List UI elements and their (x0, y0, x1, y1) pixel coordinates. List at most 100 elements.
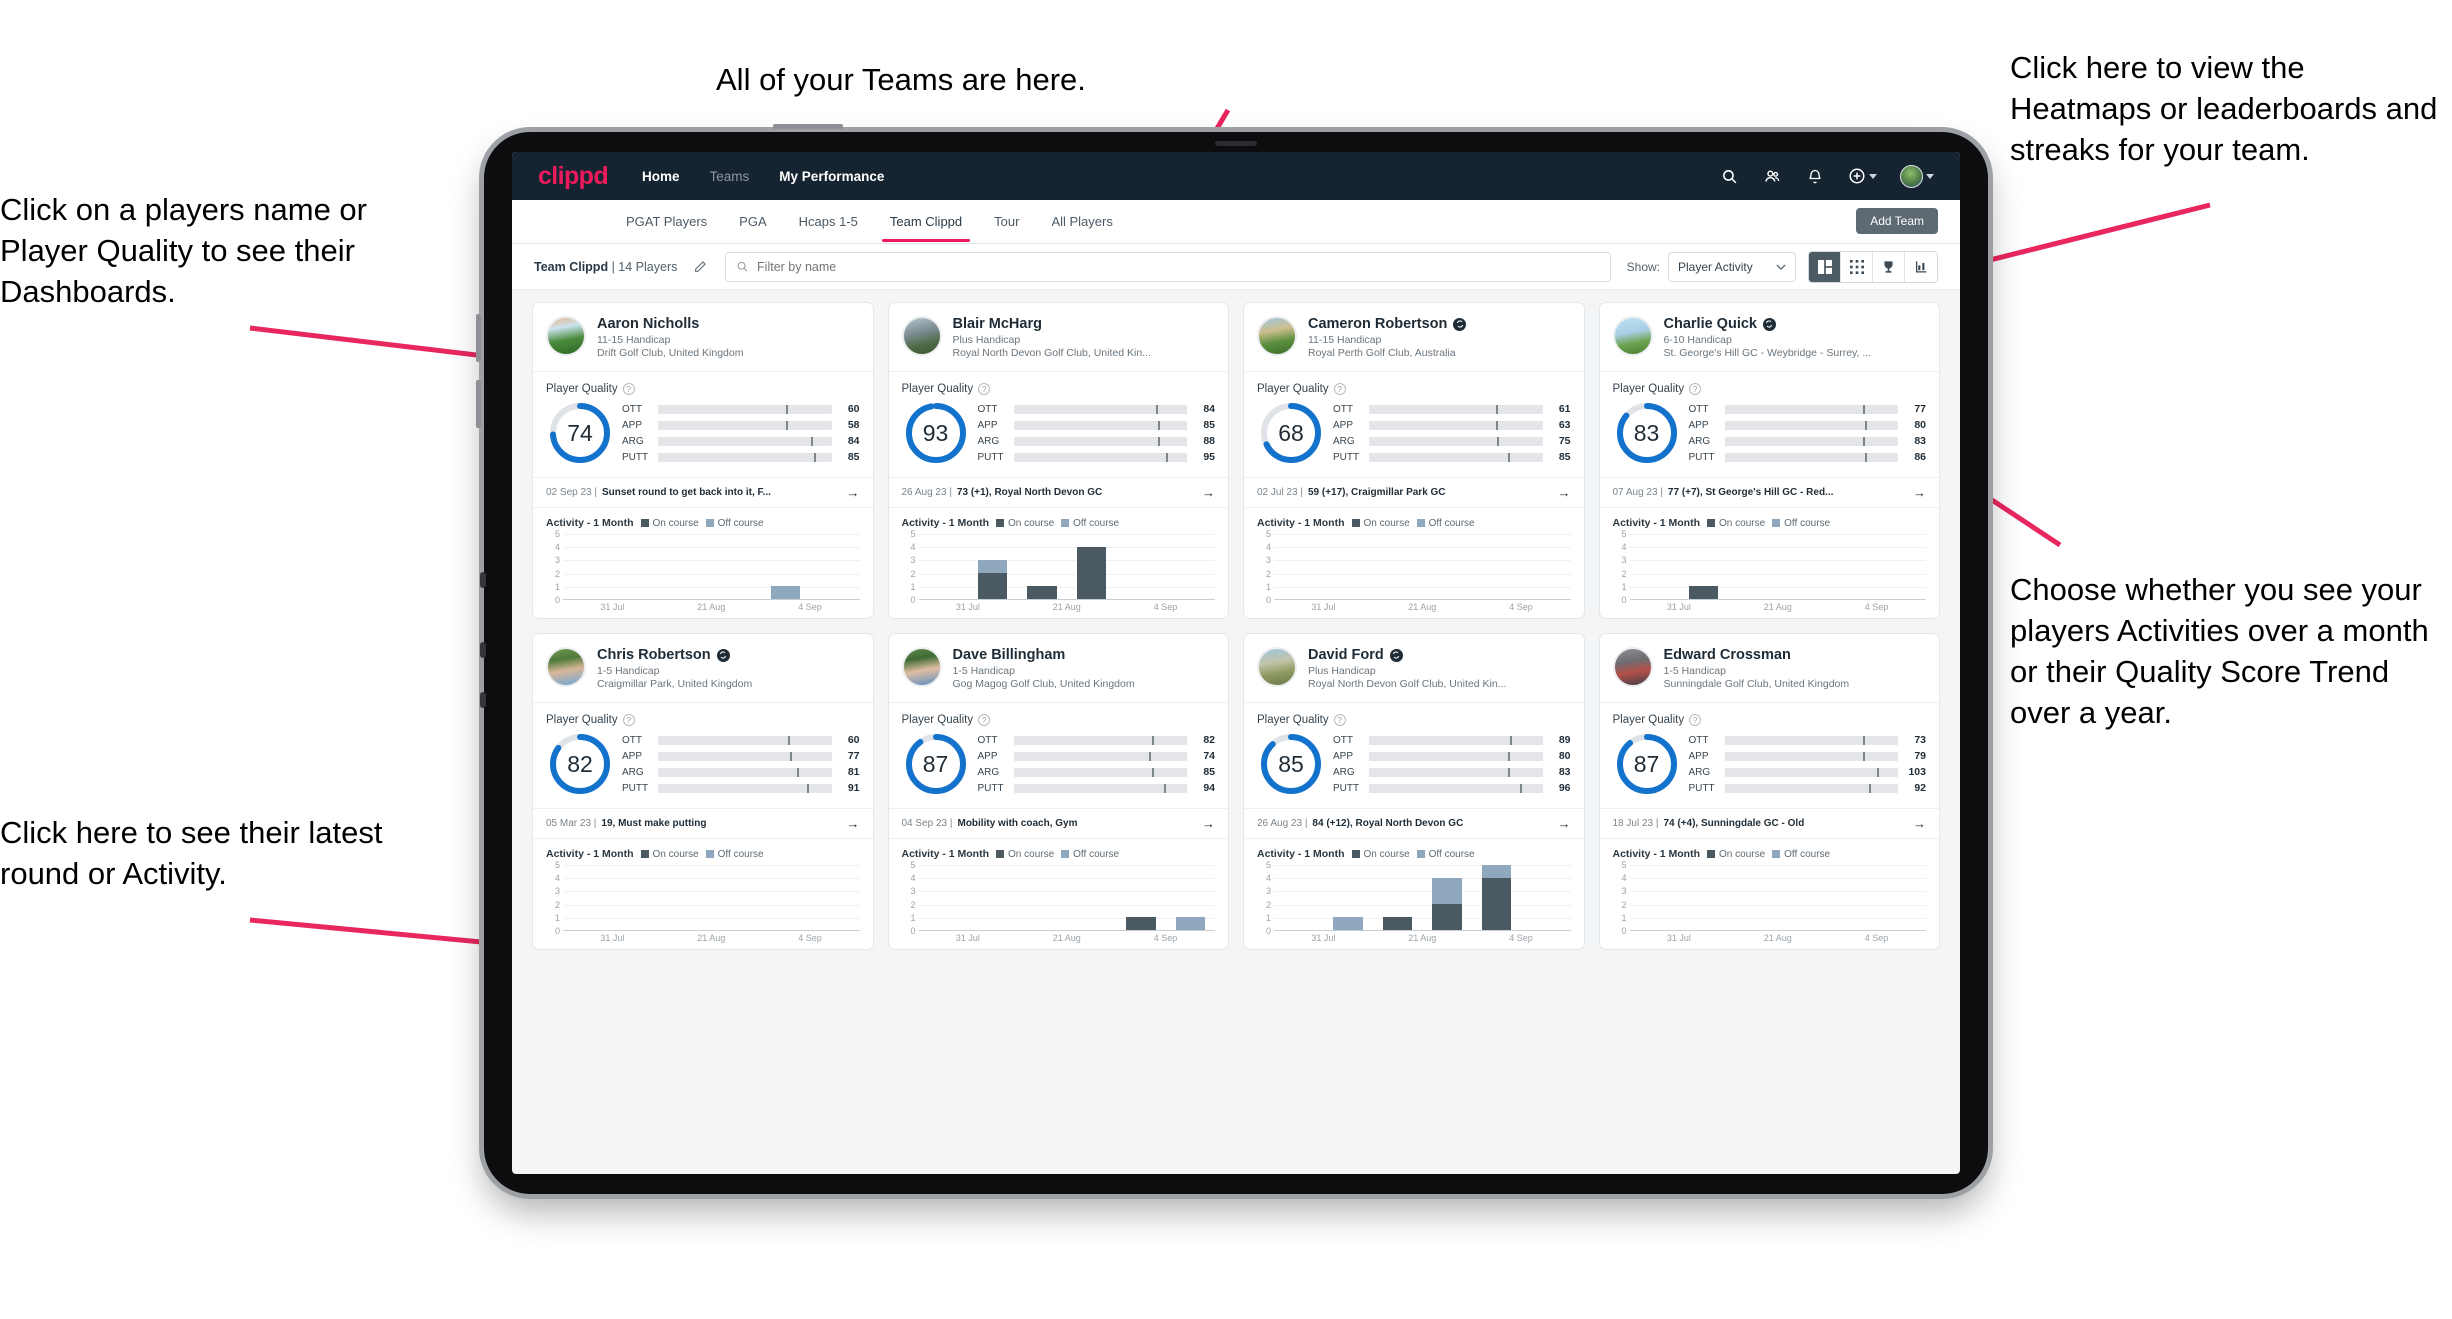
player-card[interactable]: Edward Crossman 1-5 Handicap Sunningdale G… (1598, 633, 1940, 950)
pencil-icon[interactable] (687, 254, 713, 280)
player-card[interactable]: Aaron Nicholls 11-15 Handicap Drift Golf C… (532, 302, 874, 619)
help-icon[interactable]: ? (622, 383, 635, 395)
player-card-header[interactable]: David Ford Plus Handicap Royal North Devon… (1244, 634, 1584, 702)
arrow-right-icon[interactable]: → (841, 485, 860, 500)
avatar[interactable] (901, 647, 942, 687)
help-icon[interactable]: ? (978, 714, 991, 726)
player-quality-ring[interactable]: 87 (902, 730, 970, 798)
arrow-right-icon[interactable]: → (1552, 816, 1571, 831)
player-name[interactable]: Cameron Robertson (1308, 316, 1447, 332)
nav-link-home[interactable]: Home (642, 169, 680, 184)
volume-down-button[interactable] (476, 380, 481, 428)
avatar[interactable] (1612, 647, 1653, 687)
avatar[interactable] (1257, 316, 1297, 356)
player-quality-body[interactable]: 87 OTT 82 APP 74 ARG 85 PUTT 94 (889, 726, 1229, 808)
volume-up-button[interactable] (476, 314, 481, 362)
avatar[interactable] (546, 316, 586, 356)
player-card[interactable]: Dave Billingham 1-5 Handicap Gog Magog Gol… (887, 633, 1229, 950)
latest-round-row[interactable]: 07 Aug 23 | 77 (+7), St George's Hill GC … (1599, 477, 1939, 508)
player-quality-ring[interactable]: 93 (902, 399, 970, 467)
power-button[interactable] (773, 124, 843, 129)
help-icon[interactable]: ? (1689, 714, 1702, 726)
latest-round-row[interactable]: 04 Sep 23 | Mobility with coach, Gym → (888, 808, 1228, 839)
avatar[interactable] (901, 316, 942, 356)
arrow-right-icon[interactable]: → (1907, 485, 1926, 500)
player-quality-ring[interactable]: 82 (546, 730, 614, 798)
help-icon[interactable]: ? (1689, 383, 1702, 395)
show-select[interactable]: Player Activity (1668, 251, 1796, 282)
chevron-down-icon[interactable] (1926, 173, 1934, 179)
latest-round-row[interactable]: 26 Aug 23 | 73 (+1), Royal North Devon GC… (888, 477, 1228, 508)
avatar[interactable] (1900, 164, 1934, 188)
help-icon[interactable]: ? (622, 714, 635, 726)
player-name[interactable]: Edward Crossman (1664, 647, 1791, 663)
latest-round-row[interactable]: 26 Aug 23 | 84 (+12), Royal North Devon G… (1244, 808, 1584, 839)
help-icon[interactable]: ? (1333, 383, 1346, 395)
player-card[interactable]: David Ford Plus Handicap Royal North Devon… (1243, 633, 1585, 950)
avatar[interactable] (546, 647, 586, 687)
player-name[interactable]: Blair McHarg (953, 316, 1042, 332)
tab-pgat-players[interactable]: PGAT Players (610, 202, 723, 242)
tab-all-players[interactable]: All Players (1035, 202, 1128, 242)
arrow-right-icon[interactable]: → (1907, 816, 1926, 831)
nav-link-my-performance[interactable]: My Performance (779, 169, 884, 184)
nav-link-teams[interactable]: Teams (710, 169, 750, 184)
latest-round-row[interactable]: 02 Jul 23 | 59 (+17), Craigmillar Park GC… (1244, 477, 1584, 508)
search-input[interactable] (757, 259, 1600, 274)
player-quality-ring[interactable]: 85 (1257, 730, 1325, 798)
player-card-header[interactable]: Edward Crossman 1-5 Handicap Sunningdale G… (1600, 634, 1940, 702)
player-quality-ring[interactable]: 83 (1613, 399, 1681, 467)
tab-pga[interactable]: PGA (723, 202, 782, 242)
player-card-header[interactable]: Chris Robertson 1-5 Handicap Craigmillar P… (533, 634, 873, 702)
player-card[interactable]: Charlie Quick 6-10 Handicap St. George's H… (1598, 302, 1940, 619)
player-quality-body[interactable]: 68 OTT 61 APP 63 ARG 75 PUTT 85 (1244, 395, 1584, 477)
arrow-right-icon[interactable]: → (1196, 816, 1215, 831)
player-name[interactable]: Chris Robertson (597, 647, 711, 663)
search-icon[interactable] (1719, 166, 1739, 186)
tab-tour[interactable]: Tour (978, 202, 1035, 242)
player-quality-body[interactable]: 87 OTT 73 APP 79 ARG 103 PUTT 92 (1600, 726, 1940, 808)
player-card-header[interactable]: Cameron Robertson 11-15 Handicap Royal Per… (1244, 303, 1584, 371)
player-quality-body[interactable]: 74 OTT 60 APP 58 ARG 84 PUTT 85 (533, 395, 873, 477)
player-quality-body[interactable]: 83 OTT 77 APP 80 ARG 83 PUTT 86 (1600, 395, 1940, 477)
search-field[interactable] (725, 251, 1611, 282)
player-quality-ring[interactable]: 74 (546, 399, 614, 467)
heatmap-view-button[interactable] (1905, 251, 1937, 282)
bell-icon[interactable] (1805, 166, 1825, 186)
people-icon[interactable] (1762, 166, 1782, 186)
tab-team-clippd[interactable]: Team Clippd (874, 202, 978, 242)
player-quality-ring[interactable]: 87 (1613, 730, 1681, 798)
player-quality-body[interactable]: 93 OTT 84 APP 85 ARG 88 PUTT 95 (889, 395, 1229, 477)
player-name[interactable]: Charlie Quick (1664, 316, 1757, 332)
player-name[interactable]: David Ford (1308, 647, 1384, 663)
add-team-button[interactable]: Add Team (1856, 208, 1938, 234)
arrow-right-icon[interactable]: → (841, 816, 860, 831)
clippd-logo[interactable]: clippd (538, 162, 609, 191)
arrow-right-icon[interactable]: → (1552, 485, 1571, 500)
player-card-header[interactable]: Aaron Nicholls 11-15 Handicap Drift Golf C… (533, 303, 873, 371)
player-name[interactable]: Aaron Nicholls (597, 316, 699, 332)
latest-round-row[interactable]: 18 Jul 23 | 74 (+4), Sunningdale GC - Old… (1599, 808, 1939, 839)
avatar[interactable] (1612, 316, 1653, 356)
player-quality-body[interactable]: 82 OTT 60 APP 77 ARG 81 PUTT 91 (533, 726, 873, 808)
player-card[interactable]: Cameron Robertson 11-15 Handicap Royal Per… (1243, 302, 1585, 619)
player-name[interactable]: Dave Billingham (953, 647, 1066, 663)
arrow-right-icon[interactable]: → (1196, 485, 1215, 500)
player-card-header[interactable]: Blair McHarg Plus Handicap Royal North Dev… (889, 303, 1229, 371)
plus-circle-icon[interactable] (1848, 166, 1877, 186)
help-icon[interactable]: ? (1333, 714, 1346, 726)
help-icon[interactable]: ? (978, 383, 991, 395)
trophy-leaderboard-button[interactable] (1873, 251, 1905, 282)
tab-hcaps-1-5[interactable]: Hcaps 1-5 (783, 202, 874, 242)
chevron-down-icon[interactable] (1869, 173, 1877, 179)
player-quality-body[interactable]: 85 OTT 89 APP 80 ARG 83 PUTT 96 (1244, 726, 1584, 808)
grid-large-view-button[interactable] (1809, 251, 1841, 282)
player-quality-ring[interactable]: 68 (1257, 399, 1325, 467)
player-card-header[interactable]: Charlie Quick 6-10 Handicap St. George's H… (1600, 303, 1940, 371)
player-card-header[interactable]: Dave Billingham 1-5 Handicap Gog Magog Gol… (889, 634, 1229, 702)
grid-small-view-button[interactable] (1841, 251, 1873, 282)
latest-round-row[interactable]: 05 Mar 23 | 19, Must make putting → (533, 808, 873, 839)
avatar[interactable] (1257, 647, 1297, 687)
player-card[interactable]: Blair McHarg Plus Handicap Royal North Dev… (887, 302, 1229, 619)
player-card[interactable]: Chris Robertson 1-5 Handicap Craigmillar P… (532, 633, 874, 950)
